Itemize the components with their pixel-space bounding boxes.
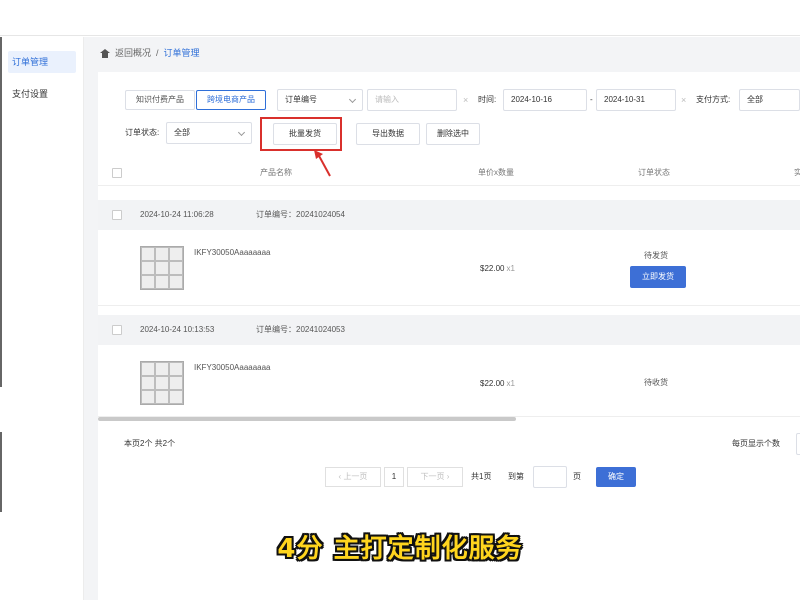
sidebar-item-order-management[interactable]: 订单管理 (8, 51, 76, 73)
ship-now-button[interactable]: 立即发货 (630, 266, 686, 288)
price: $22.00 (480, 264, 505, 273)
home-icon[interactable] (100, 48, 110, 58)
video-caption: 4分 主打定制化服务 (277, 534, 523, 564)
order-no-select-value: 订单编号 (285, 95, 317, 104)
per-page-label: 每页显示个数 (732, 439, 780, 448)
price-qty: $22.00 x1 (480, 379, 515, 388)
table-row: IKFY30050Aaaaaaaa $22.00 x1 待收货 (98, 345, 800, 417)
product-name: IKFY30050Aaaaaaaa (194, 248, 271, 257)
order-header: 2024-10-24 11:06:28 订单编号：20241024054 (98, 200, 800, 230)
highlight-box (260, 117, 342, 151)
table-row: IKFY30050Aaaaaaaa $22.00 x1 待发货 立即发货 (98, 230, 800, 306)
tab-cross-border-products[interactable]: 跨境电商产品 (196, 90, 266, 110)
product-name: IKFY30050Aaaaaaaa (194, 363, 271, 372)
export-button[interactable]: 导出数据 (356, 123, 420, 145)
quantity: x1 (506, 264, 515, 273)
order-status-value: 全部 (174, 128, 190, 137)
breadcrumb: 返回概况 / 订单管理 (100, 44, 200, 62)
payment-method-label: 支付方式: (696, 95, 731, 104)
order-status-label: 订单状态: (125, 128, 160, 137)
col-truncated: 实 (794, 168, 800, 177)
tab-knowledge-products[interactable]: 知识付费产品 (125, 90, 195, 110)
col-order-status: 订单状态 (638, 168, 670, 177)
select-all-checkbox[interactable] (112, 168, 122, 178)
date-from-input[interactable]: 2024-10-16 (503, 89, 587, 111)
col-product-name: 产品名称 (260, 168, 292, 177)
goto-suffix: 页 (573, 472, 581, 481)
pagination-area (98, 422, 800, 600)
delete-selected-button[interactable]: 删除选中 (426, 123, 480, 145)
product-thumbnail (140, 246, 184, 290)
order-time: 2024-10-24 11:06:28 (140, 210, 214, 219)
order-no-select[interactable]: 订单编号 (277, 89, 363, 111)
order-checkbox[interactable] (112, 325, 122, 335)
order-no-input[interactable]: 请输入 (367, 89, 457, 111)
chevron-down-icon (348, 95, 357, 104)
date-to-input[interactable]: 2024-10-31 (596, 89, 676, 111)
chevron-down-icon (237, 128, 246, 137)
next-page-label: 下一页 (420, 472, 445, 481)
payment-method-select[interactable]: 全部 (739, 89, 800, 111)
price: $22.00 (480, 379, 505, 388)
order-status-select[interactable]: 全部 (166, 122, 252, 144)
order-header: 2024-10-24 10:13:53 订单编号：20241024053 (98, 315, 800, 345)
date-separator: - (590, 95, 593, 104)
highlight-arrow-icon (314, 150, 331, 177)
sidebar-item-payment-settings[interactable]: 支付设置 (8, 83, 76, 105)
confirm-button[interactable]: 确定 (596, 467, 636, 487)
order-time: 2024-10-24 10:13:53 (140, 325, 215, 334)
breadcrumb-separator: / (156, 48, 159, 58)
order-number: 订单编号：20241024054 (256, 210, 345, 219)
page-summary: 本页2个 共2个 (124, 439, 176, 448)
order-checkbox[interactable] (112, 210, 122, 220)
page-number-button[interactable]: 1 (384, 467, 404, 487)
product-thumbnail (140, 361, 184, 405)
horizontal-scrollbar[interactable] (98, 417, 516, 421)
total-pages: 共1页 (471, 472, 492, 481)
top-bar (0, 0, 800, 36)
order-status: 待发货 (644, 251, 668, 260)
sidebar: 订单管理 支付设置 (0, 37, 84, 600)
order-status: 待收货 (644, 378, 668, 387)
prev-page-label: 上一页 (343, 472, 368, 481)
next-page-button[interactable]: 下一页 › (407, 467, 463, 487)
col-price-qty: 单价x数量 (478, 168, 514, 177)
table-header: 产品名称 单价x数量 订单状态 实 (98, 160, 800, 186)
chevron-right-icon: › (444, 472, 450, 481)
per-page-select[interactable] (796, 433, 800, 455)
breadcrumb-current: 订单管理 (163, 48, 200, 58)
price-qty: $22.00 x1 (480, 264, 515, 273)
clear-icon[interactable]: × (681, 89, 686, 111)
breadcrumb-back[interactable]: 返回概况 (115, 44, 151, 62)
clear-icon[interactable]: × (463, 89, 468, 111)
window-edge (0, 37, 2, 387)
prev-page-button[interactable]: ‹ 上一页 (325, 467, 381, 487)
quantity: x1 (506, 379, 515, 388)
order-number: 订单编号：20241024053 (256, 325, 345, 334)
goto-page-input[interactable] (533, 466, 567, 488)
time-label: 时间: (478, 95, 497, 104)
window-edge (0, 432, 2, 512)
goto-label: 到第 (508, 472, 524, 481)
